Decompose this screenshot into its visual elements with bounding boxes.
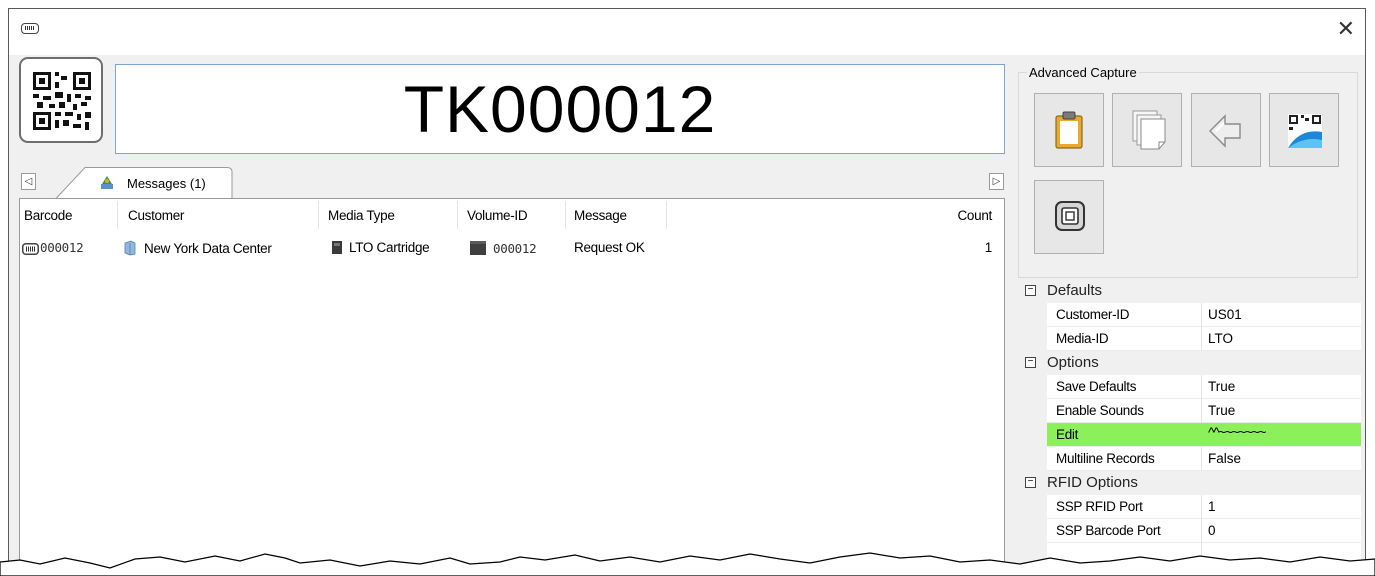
category-label: RFID Options	[1047, 474, 1138, 491]
torn-edge-decoration	[0, 552, 1375, 576]
close-button[interactable]: ✕	[1337, 18, 1355, 40]
property-value[interactable]: 1	[1208, 499, 1216, 514]
property-row-save-defaults[interactable]: Save Defaults True	[1047, 375, 1361, 399]
category-label: Options	[1047, 354, 1099, 371]
customer-value: New York Data Center	[144, 241, 272, 256]
messages-list[interactable]: Barcode Customer Media Type Volume-ID Me…	[19, 198, 1005, 576]
property-value[interactable]: US01	[1208, 307, 1242, 322]
clipboard-icon	[1055, 111, 1083, 149]
collapse-icon[interactable]: −	[1025, 285, 1036, 296]
column-header-volume-id[interactable]: Volume-ID	[467, 208, 528, 223]
rfid-chip-icon	[1055, 201, 1085, 231]
barcode-reader-app-icon	[21, 23, 39, 34]
property-value[interactable]: LTO	[1208, 331, 1233, 346]
column-separator	[318, 201, 319, 229]
property-row-ssp-rfid-port[interactable]: SSP RFID Port 1	[1047, 495, 1361, 519]
value-separator	[1201, 303, 1202, 327]
collapse-icon[interactable]: −	[1025, 477, 1036, 488]
rfid-capture-button[interactable]	[1034, 180, 1104, 254]
cell-count: 1	[984, 240, 993, 255]
copy-pages-icon	[1132, 110, 1166, 150]
category-defaults[interactable]: − Defaults	[1021, 279, 1361, 303]
column-header-media-type[interactable]: Media Type	[328, 208, 395, 223]
category-rfid-options[interactable]: − RFID Options	[1021, 471, 1361, 495]
media-type-value: LTO Cartridge	[349, 240, 430, 255]
title-bar: ✕	[9, 9, 1365, 55]
clipboard-capture-button[interactable]	[1034, 93, 1104, 167]
property-name: Media-ID	[1056, 331, 1109, 346]
property-value[interactable]: True	[1208, 403, 1235, 418]
category-label: Defaults	[1047, 282, 1103, 299]
barcode-icon	[22, 243, 39, 255]
column-header-count[interactable]: Count	[957, 208, 992, 223]
property-name: Enable Sounds	[1056, 403, 1144, 418]
value-separator	[1201, 327, 1202, 351]
copy-pages-capture-button[interactable]	[1112, 93, 1182, 167]
property-row-ssp-barcode-port[interactable]: SSP Barcode Port 0	[1047, 519, 1361, 543]
value-separator	[1201, 447, 1202, 471]
column-header-customer[interactable]: Customer	[128, 208, 184, 223]
building-icon	[124, 240, 136, 256]
property-name: SSP Barcode Port	[1056, 523, 1161, 538]
property-row-media-id[interactable]: Media-ID LTO	[1047, 327, 1361, 351]
value-separator	[1201, 495, 1202, 519]
property-value[interactable]: True	[1208, 379, 1235, 394]
cell-barcode: 000012	[22, 240, 84, 255]
value-separator	[1201, 375, 1202, 399]
qr-wave-capture-button[interactable]	[1269, 93, 1339, 167]
qr-wave-icon	[1288, 114, 1322, 148]
property-value[interactable]: 0	[1208, 523, 1216, 538]
volume-icon	[470, 241, 486, 255]
property-name: SSP RFID Port	[1056, 499, 1143, 514]
property-value[interactable]: ^^~~~~~~~	[1208, 424, 1266, 440]
category-options[interactable]: − Options	[1021, 351, 1361, 375]
cell-message: Request OK	[574, 240, 645, 255]
property-name: Save Defaults	[1056, 379, 1137, 394]
property-row-multiline-records[interactable]: Multiline Records False	[1047, 447, 1361, 471]
tab-scroll-left-button[interactable]: ◁	[21, 173, 36, 190]
column-separator	[117, 201, 118, 229]
advanced-capture-label: Advanced Capture	[1027, 65, 1139, 80]
barcode-value: 000012	[40, 240, 84, 255]
back-capture-button[interactable]	[1191, 93, 1261, 167]
messages-icon	[101, 176, 113, 189]
property-name: Multiline Records	[1056, 451, 1155, 466]
tab-strip: ◁ ▷ Messages (1)	[19, 167, 1005, 200]
column-header-message[interactable]: Message	[574, 208, 627, 223]
property-row-edit[interactable]: Edit ^^~~~~~~~	[1047, 423, 1361, 447]
column-separator	[457, 201, 458, 229]
cell-media-type: LTO Cartridge	[331, 240, 430, 255]
property-row-enable-sounds[interactable]: Enable Sounds True	[1047, 399, 1361, 423]
main-window: ✕ TK000012 ◁ ▷ Messages (1) Barcode Cust…	[8, 8, 1366, 576]
value-separator	[1201, 519, 1202, 543]
cell-customer: New York Data Center	[122, 240, 272, 256]
collapse-icon[interactable]: −	[1025, 357, 1036, 368]
scan-input[interactable]: TK000012	[115, 64, 1005, 154]
column-header-barcode[interactable]: Barcode	[24, 208, 72, 223]
value-separator	[1201, 399, 1202, 423]
property-name: Edit	[1056, 427, 1079, 442]
property-name: Customer-ID	[1056, 307, 1130, 322]
column-separator	[666, 201, 667, 229]
qr-code-icon	[33, 72, 91, 130]
tape-cartridge-icon	[332, 241, 342, 254]
property-value[interactable]: False	[1208, 451, 1241, 466]
cell-volume-id: 000012	[469, 240, 537, 256]
tab-messages-label: Messages (1)	[127, 176, 206, 191]
back-arrow-icon	[1209, 114, 1241, 148]
qr-scan-button[interactable]	[19, 57, 103, 143]
column-separator	[565, 201, 566, 229]
volume-id-value: 000012	[493, 241, 537, 256]
tab-scroll-right-button[interactable]: ▷	[989, 173, 1004, 190]
property-row-customer-id[interactable]: Customer-ID US01	[1047, 303, 1361, 327]
tab-messages[interactable]: Messages (1)	[55, 167, 233, 200]
property-grid: − Defaults Customer-ID US01 Media-ID LTO…	[1021, 279, 1361, 576]
